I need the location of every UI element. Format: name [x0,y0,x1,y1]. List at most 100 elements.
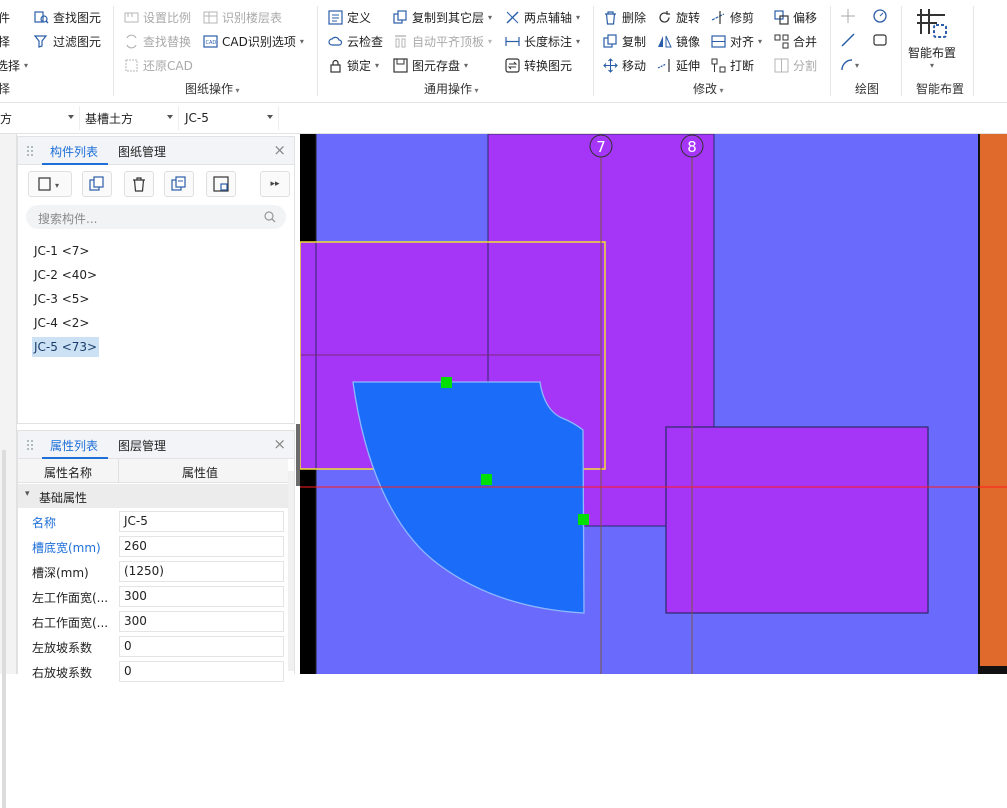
delete-button[interactable]: 删除 [603,8,646,26]
grip-handle[interactable] [481,474,492,485]
find-replace-button[interactable]: 查找替换 [124,32,191,50]
trim-button[interactable]: 修剪 [711,8,754,26]
layer-copy-icon [171,176,186,191]
property-value-input[interactable]: 0 [119,636,284,657]
tab-property-list[interactable]: 属性列表 [50,437,98,454]
component-type-combo[interactable]: 基槽土方 [81,106,179,130]
arc-draw-icon[interactable]: ▾ [840,56,862,72]
set-scale-button[interactable]: 设置比例 [124,8,191,26]
left-scrollbar[interactable] [2,450,6,808]
break-icon [711,58,726,72]
clipped-button-3[interactable]: 选择 ▾ [0,56,28,74]
length-dim-button[interactable]: 长度标注 ▾ [505,32,580,50]
extend-button[interactable]: 延伸 [657,56,700,74]
copy-component-button[interactable] [82,171,112,197]
property-value-input[interactable]: (1250) [119,561,284,582]
rotate-button[interactable]: 旋转 [657,8,700,26]
cad-icon: CAD [203,34,218,48]
property-value-input[interactable]: 300 [119,611,284,632]
two-point-axis-button[interactable]: 两点辅轴 ▾ [505,8,580,26]
move-button[interactable]: 移动 [603,56,646,74]
property-value-input[interactable]: JC-5 [119,511,284,532]
property-value-input[interactable]: 300 [119,586,284,607]
align-button[interactable]: 对齐 ▾ [711,32,762,50]
clipped-button-2[interactable]: 择 [0,32,10,50]
copy-button[interactable]: 复制 [603,32,646,50]
search-placeholder: 搜索构件... [38,212,98,226]
break-label: 打断 [730,58,755,73]
floor-combo[interactable]: 方 [0,106,80,130]
delete-icon [605,10,616,25]
trash-icon [133,177,145,192]
list-item[interactable]: JC-1 <7> [32,241,91,261]
expand-more-button[interactable]: ▸▸ [260,171,290,197]
cad-options-button[interactable]: CAD CAD识别选项 ▾ [203,32,304,50]
circle-draw-icon[interactable] [872,8,888,24]
scale-icon [124,12,139,22]
convert-element-button[interactable]: 转换图元 [505,56,572,74]
break-button[interactable]: 打断 [711,56,754,74]
close-icon[interactable]: × [273,141,286,159]
define-button[interactable]: 定义 [328,8,371,26]
lock-button[interactable]: 锁定 ▾ [328,56,379,74]
canvas-drawing[interactable]: 7 8 [300,134,1007,674]
drag-handle-icon[interactable] [26,145,34,157]
dropdown-arrow-icon: ▾ [24,60,29,70]
lock-label: 锁定 [347,58,372,73]
layer-copy-button[interactable] [164,171,194,197]
list-item-selected[interactable]: JC-5 <73> [32,337,100,357]
filter-element-button[interactable]: 过滤图元 [34,32,101,50]
copy-to-floor-button[interactable]: 复制到其它层 ▾ [393,8,492,26]
list-item[interactable]: JC-2 <40> [32,265,99,285]
tab-drawing-management[interactable]: 图纸管理 [118,143,166,160]
smart-layout-label: 智能布置 [907,46,956,60]
point-draw-icon[interactable] [840,8,856,24]
dropdown-arrow-icon: ▾ [488,12,493,22]
drag-handle-icon[interactable] [26,439,34,451]
group-drawing-ops-label: 图纸操作 [185,82,234,96]
element-store-button[interactable]: 图元存盘 ▾ [393,56,468,74]
property-row: 左放坡系数 0 [26,634,294,659]
find-element-button[interactable]: 查找图元 [34,8,101,26]
active-tab-indicator [42,163,108,165]
section-basic-properties[interactable]: ▾ 基础属性 [18,484,288,508]
close-icon[interactable]: × [273,435,286,453]
property-name: 名称 [32,516,57,530]
grip-handle[interactable] [441,377,452,388]
ribbon-separator [973,6,974,96]
recognize-floor-table-button[interactable]: 识别楼层表 [203,8,282,26]
tab-layer-management[interactable]: 图层管理 [118,437,166,454]
tab-component-list[interactable]: 构件列表 [50,143,98,160]
property-value-input[interactable]: 0 [119,661,284,682]
offset-button[interactable]: 偏移 [774,8,817,26]
component-store-button[interactable] [206,171,236,197]
mirror-button[interactable]: 镜像 [657,32,700,50]
clipped-button-1[interactable]: 件 [0,8,10,26]
new-component-icon: ▾ [38,177,59,191]
component-name-combo[interactable]: JC-5 [181,106,279,130]
move-label: 移动 [622,58,647,73]
restore-cad-button[interactable]: 还原CAD [124,56,193,74]
cloud-check-button[interactable]: 云检查 [328,32,383,50]
set-scale-label: 设置比例 [143,10,192,25]
list-item[interactable]: JC-4 <2> [32,313,91,333]
drawing-canvas[interactable]: 7 8 [300,134,1007,674]
merge-button[interactable]: 合并 [774,32,817,50]
new-component-button[interactable]: ▾ [28,171,72,197]
component-search-input[interactable]: 搜索构件... [26,205,286,229]
rect-draw-icon[interactable] [872,32,888,48]
trim-icon [711,10,725,24]
property-value-input[interactable]: 260 [119,536,284,557]
dropdown-arrow-icon: ▾ [576,12,581,22]
smart-layout-button[interactable]: 智能布置 ▾ [906,6,958,78]
list-item[interactable]: JC-3 <5> [32,289,91,309]
component-list-panel: 构件列表 图纸管理 × ▾ ▸▸ 搜索构件... JC-1 <7> JC-2 <… [17,136,295,424]
delete-component-button[interactable] [124,171,154,197]
split-button[interactable]: 分割 [774,56,817,74]
line-draw-icon[interactable] [840,32,856,48]
copy-icon [603,33,617,48]
auto-flat-top-button[interactable]: 自动平齐顶板 ▾ [393,32,492,50]
grip-handle[interactable] [578,514,589,525]
filter-element-label: 过滤图元 [53,34,102,49]
cloud-check-label: 云检查 [347,34,384,49]
